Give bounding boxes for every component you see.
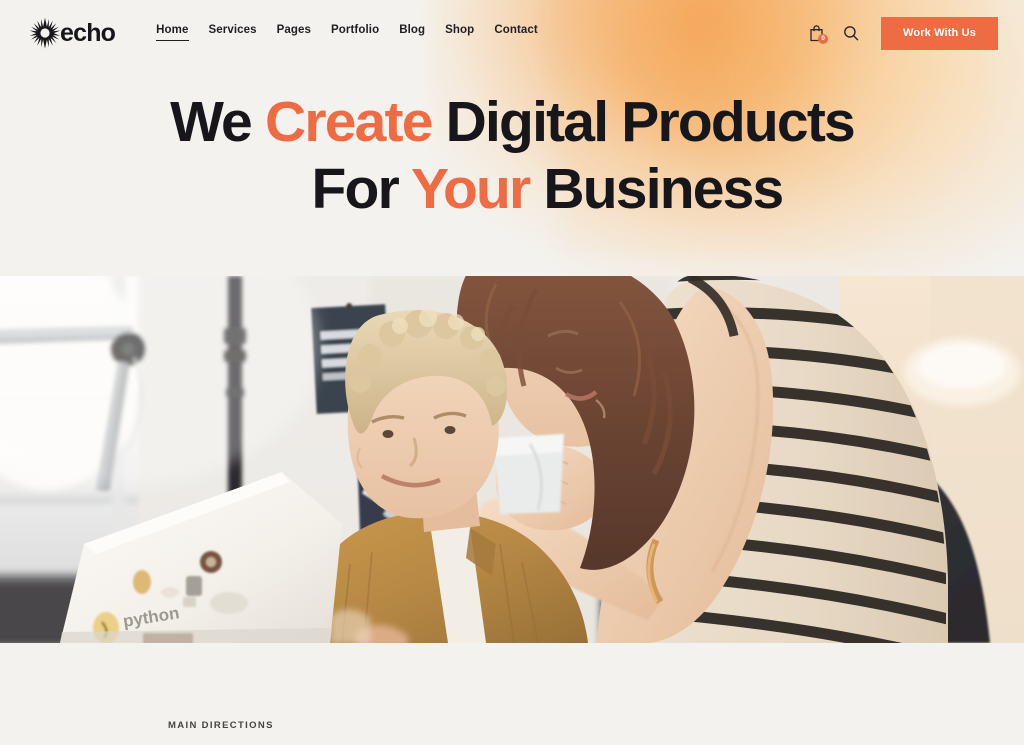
nav-item-pages[interactable]: Pages — [277, 24, 311, 42]
work-with-us-button[interactable]: Work With Us — [881, 16, 998, 50]
hero-line2-part2: Business — [529, 157, 784, 221]
search-icon — [844, 26, 859, 41]
cart-count-badge: 0 — [818, 34, 828, 44]
nav-item-blog[interactable]: Blog — [399, 24, 425, 42]
section-eyebrow: MAIN DIRECTIONS — [168, 720, 274, 731]
nav-item-shop[interactable]: Shop — [445, 24, 474, 42]
logo-wordmark: echo — [60, 18, 116, 47]
primary-nav: Home Services Pages Portfolio Blog Shop … — [156, 24, 538, 42]
cart-button[interactable]: 0 — [806, 22, 828, 44]
hero-image: python — [0, 276, 1024, 643]
hero-line2-accent: Your — [410, 157, 531, 221]
main-directions-section: MAIN DIRECTIONS — [0, 643, 1024, 745]
nav-item-services[interactable]: Services — [209, 24, 257, 42]
hero-line1-part2: Digital Products — [431, 90, 856, 154]
nav-item-portfolio[interactable]: Portfolio — [331, 24, 379, 42]
header-actions: 0 Work With Us — [806, 16, 998, 50]
nav-item-contact[interactable]: Contact — [494, 24, 538, 42]
hero-line1-part1: We — [170, 90, 265, 154]
hero-line1-accent: Create — [264, 90, 433, 154]
starburst-icon — [29, 17, 61, 49]
search-button[interactable] — [841, 22, 861, 44]
hero-headline-line-1: We Create Digital Products — [60, 94, 964, 151]
hero-line2-part1: For — [311, 157, 411, 221]
nav-item-home[interactable]: Home — [156, 24, 189, 42]
hero-headline: We Create Digital Products For Your Busi… — [0, 94, 1024, 218]
site-header: echo Home Services Pages Portfolio Blog … — [0, 0, 1024, 66]
hero-image-illustration: python — [0, 276, 1024, 643]
logo[interactable]: echo — [28, 16, 116, 50]
page-root: echo Home Services Pages Portfolio Blog … — [0, 0, 1024, 745]
hero-headline-line-2: For Your Business — [60, 161, 964, 218]
